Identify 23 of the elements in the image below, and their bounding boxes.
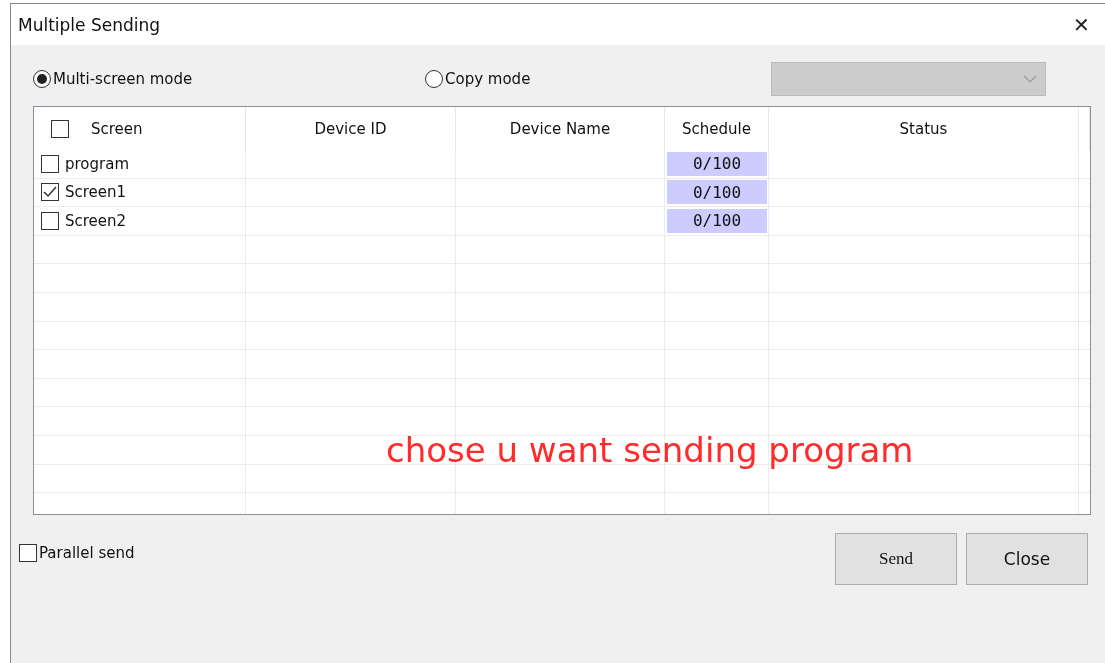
progress-text: 0/100 [692,211,742,231]
checkbox[interactable] [19,544,37,562]
window-title: Multiple Sending [18,14,161,35]
close-button[interactable]: ✕ [1061,4,1101,45]
checkbox[interactable] [41,154,59,173]
progress-text: 0/100 [692,154,742,174]
radio-button[interactable] [425,70,443,88]
radio-button[interactable] [33,70,51,88]
checkbox-label: Parallel send [39,544,135,562]
checkbox[interactable] [41,183,59,202]
send-button[interactable]: Send [835,533,957,585]
screen-name: program [65,154,130,173]
screen-name: Screen1 [65,183,127,202]
annotation-text: chose u want sending program [386,430,914,470]
radio-label: Multi-screen mode [53,70,193,88]
progress-text: 0/100 [692,182,742,202]
checkbox[interactable] [51,119,69,138]
close-dialog-button[interactable]: Close [966,533,1088,585]
radio-label: Copy mode [445,70,531,88]
column-header: Screen [91,119,143,138]
screen-name: Screen2 [65,212,127,230]
chevron-down-icon [1023,75,1037,83]
checkbox[interactable] [41,212,59,230]
